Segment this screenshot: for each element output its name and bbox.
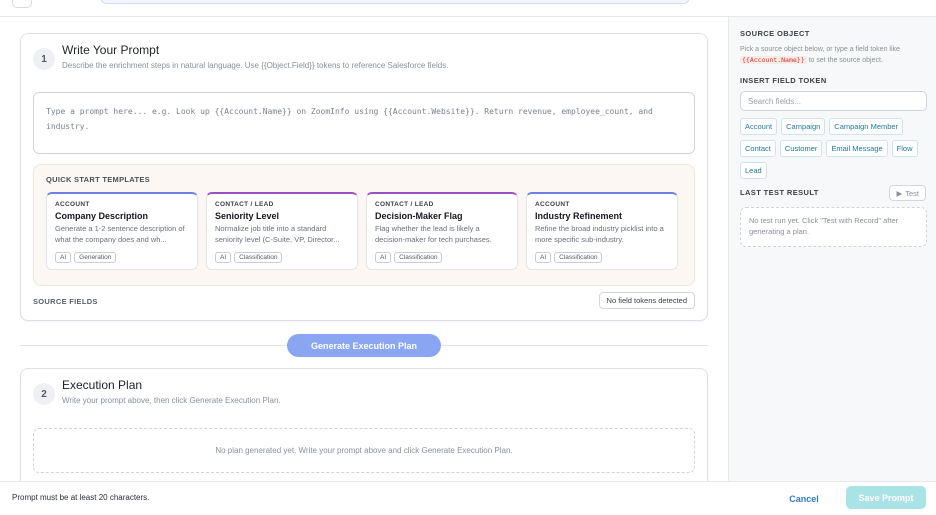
object-chip-email-message[interactable]: Email Message [826,140,888,157]
right-sidebar: SOURCE OBJECT Pick a source object below… [728,17,936,481]
template-tag: Generation [74,252,117,263]
template-tag: AI [215,252,232,263]
token-example: {{Account.Name}} [740,56,807,64]
top-tab-stub[interactable] [12,0,32,8]
generate-execution-plan-button[interactable]: Generate Execution Plan [287,334,441,357]
help-text: to set the source object. [806,57,883,64]
validation-status: Prompt must be at least 20 characters. [12,493,150,502]
field-search-input[interactable] [740,91,927,111]
prompt-input[interactable]: Type a prompt here... e.g. Look up {{Acc… [33,92,695,154]
template-tag: Classification [554,252,603,263]
object-chips: Account Campaign Campaign Member Contact… [740,118,932,179]
template-description: Generate a 1-2 sentence description of w… [55,224,185,244]
template-name: Company Description [55,211,149,221]
template-category: ACCOUNT [535,201,570,208]
cancel-button[interactable]: Cancel [775,490,833,508]
template-tag: AI [55,252,72,263]
template-category: ACCOUNT [55,201,90,208]
execution-plan-empty: No plan generated yet. Write your prompt… [33,428,695,473]
template-tag: AI [375,252,392,263]
save-prompt-button[interactable]: Save Prompt [846,486,926,509]
main-content: 1 Write Your Prompt Describe the enrichm… [0,17,728,481]
template-card[interactable]: ACCOUNT Industry Refinement Refine the b… [526,192,678,270]
object-chip-campaign-member[interactable]: Campaign Member [829,118,904,135]
top-banner-stub [100,0,690,4]
template-tag: AI [535,252,552,263]
template-category: CONTACT / LEAD [215,201,274,208]
template-name: Seniority Level [215,211,280,221]
footer-bar: Prompt must be at least 20 characters. C… [0,481,936,515]
play-icon: ▶ [896,188,903,198]
step-execution-plan-card: 2 Execution Plan Write your prompt above… [20,368,708,481]
templates-title: QUICK START TEMPLATES [46,175,150,184]
step-subtitle: Describe the enrichment steps in natural… [62,61,449,70]
object-chip-customer[interactable]: Customer [779,140,823,157]
quick-start-templates: QUICK START TEMPLATES ACCOUNT Company De… [33,164,695,286]
template-description: Normalize job title into a standard seni… [215,224,340,244]
test-button[interactable]: ▶ Test [889,185,926,201]
template-tag: Classification [234,252,283,263]
template-description: Refine the broad industry picklist into … [535,224,664,244]
test-result-empty: No test run yet. Click "Test with Record… [740,207,927,247]
template-tag: Classification [394,252,443,263]
test-button-label: Test [905,188,919,198]
object-chip-campaign[interactable]: Campaign [781,118,826,135]
template-card[interactable]: CONTACT / LEAD Seniority Level Normalize… [206,192,358,270]
insert-field-token-title: INSERT FIELD TOKEN [740,76,827,85]
step-title: Execution Plan [62,378,143,392]
object-chip-contact[interactable]: Contact [740,140,776,157]
template-card[interactable]: CONTACT / LEAD Decision-Maker Flag Flag … [366,192,518,270]
step-number: 1 [33,48,55,70]
last-test-result-title: LAST TEST RESULT [740,188,819,197]
template-category: CONTACT / LEAD [375,201,434,208]
step-write-prompt-card: 1 Write Your Prompt Describe the enrichm… [20,33,708,321]
help-text: Pick a source object below, or type a fi… [740,46,900,53]
object-chip-flow[interactable]: Flow [891,140,918,157]
field-tokens-status: No field tokens detected [598,292,695,309]
template-name: Industry Refinement [535,211,623,221]
source-object-help: Pick a source object below, or type a fi… [740,45,930,66]
step-number: 2 [33,383,55,405]
source-object-title: SOURCE OBJECT [740,29,810,38]
template-card[interactable]: ACCOUNT Company Description Generate a 1… [46,192,198,270]
step-title: Write Your Prompt [62,43,160,57]
step-subtitle: Write your prompt above, then click Gene… [62,396,281,405]
source-fields-label: SOURCE FIELDS [33,297,98,306]
object-chip-account[interactable]: Account [740,118,778,135]
template-description: Flag whether the lead is likely a decisi… [375,224,492,244]
template-name: Decision-Maker Flag [375,211,463,221]
object-chip-lead[interactable]: Lead [740,162,767,179]
top-bar [0,0,936,17]
